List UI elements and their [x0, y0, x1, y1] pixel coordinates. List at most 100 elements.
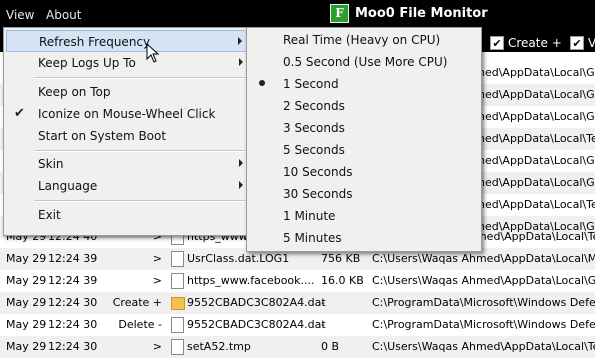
submenu-arrow-icon: [239, 58, 243, 66]
refresh-option-realtime[interactable]: Real Time (Heavy on CPU): [247, 29, 481, 51]
menu-item-label: 0.5 Second (Use More CPU): [283, 55, 448, 69]
size-cell: -: [321, 318, 325, 331]
app-title-text: Moo0 File Monitor: [355, 5, 488, 21]
menu-item-label: Skin: [38, 157, 64, 171]
event-cell: >: [152, 252, 162, 265]
file-icon: [171, 339, 184, 355]
size-cell: 0 B: [321, 340, 340, 353]
refresh-option-2s[interactable]: 2 Seconds: [247, 95, 481, 117]
date-cell: May 29: [6, 252, 47, 265]
menu-item-label: Refresh Frequency: [39, 35, 151, 49]
path-cell: hed\AppData\Local\Goo: [478, 88, 595, 101]
refresh-option-10s[interactable]: 10 Seconds: [247, 161, 481, 183]
date-cell: May 29: [6, 296, 47, 309]
menu-item-label: 2 Seconds: [283, 99, 345, 113]
menu-item-refresh-frequency[interactable]: Refresh Frequency: [6, 30, 251, 52]
path-cell: C:\Users\Waqas Ahmed\AppData\Local\Micr: [372, 252, 595, 265]
menu-separator: [34, 77, 246, 79]
event-cell: Delete -: [118, 318, 162, 331]
checkbox-check-icon: ✔: [570, 36, 584, 50]
filter-create-checkbox[interactable]: ✔ Create +: [490, 36, 562, 50]
refresh-option-1min[interactable]: 1 Minute: [247, 205, 481, 227]
menu-item-keep-logs[interactable]: Keep Logs Up To: [4, 52, 251, 74]
mouse-cursor-icon: [146, 43, 160, 63]
file-icon: [171, 273, 184, 289]
refresh-option-5min[interactable]: 5 Minutes: [247, 227, 481, 249]
path-cell: C:\ProgramData\Microsoft\Windows Defen: [372, 296, 595, 309]
menu-item-language[interactable]: Language: [4, 175, 251, 197]
date-cell: May 29: [6, 318, 47, 331]
menu-item-label: 30 Seconds: [283, 187, 353, 201]
table-row[interactable]: May 29 12:24 30 > setA52.tmp 0 B C:\User…: [0, 336, 595, 358]
table-row[interactable]: May 29 12:24 30 Delete - 9552CBADC3C802A…: [0, 314, 595, 336]
menu-item-keep-on-top[interactable]: Keep on Top: [4, 81, 251, 103]
file-icon: [171, 251, 184, 267]
menu-item-label: 1 Second: [283, 77, 339, 91]
menu-item-label: Iconize on Mouse-Wheel Click: [38, 107, 216, 121]
radio-selected-icon: [259, 80, 265, 86]
refresh-option-1s[interactable]: 1 Second: [247, 73, 481, 95]
event-cell: >: [152, 340, 162, 353]
size-cell: -: [321, 296, 325, 309]
filter-checkbox-2[interactable]: ✔ V: [570, 36, 595, 50]
menu-item-label: Start on System Boot: [38, 129, 167, 143]
menu-item-label: 1 Minute: [283, 209, 336, 223]
event-cell: >: [152, 274, 162, 287]
refresh-option-30s[interactable]: 30 Seconds: [247, 183, 481, 205]
path-cell: hed\AppData\Local\Temp: [478, 132, 595, 145]
table-row[interactable]: May 29 12:24 39 > https_www.facebook....…: [0, 270, 595, 292]
submenu-arrow-icon: [239, 159, 243, 167]
menu-view[interactable]: View: [6, 8, 34, 22]
checkmark-icon: ✔: [14, 106, 25, 121]
menu-separator: [34, 150, 246, 152]
path-cell: C:\Users\Waqas Ahmed\AppData\Local\Tem: [372, 340, 595, 353]
menu-item-exit[interactable]: Exit: [4, 204, 251, 226]
refresh-option-0-5s[interactable]: 0.5 Second (Use More CPU): [247, 51, 481, 73]
menu-item-label: Language: [38, 179, 98, 193]
filename-cell: UsrClass.dat.LOG1: [187, 252, 290, 265]
date-cell: May 29: [6, 340, 47, 353]
filename-cell: setA52.tmp: [187, 340, 251, 353]
view-menu: Refresh Frequency Keep Logs Up To Keep o…: [3, 27, 252, 236]
path-cell: hed\AppData\Local\Goo: [478, 66, 595, 79]
path-cell: C:\Users\Waqas Ahmed\AppData\Local\Goo: [372, 274, 595, 287]
event-cell: Create +: [112, 296, 162, 309]
menu-separator: [34, 200, 246, 202]
menu-item-iconize[interactable]: ✔ Iconize on Mouse-Wheel Click: [4, 103, 251, 125]
filename-cell: https_www.facebook....: [187, 274, 315, 287]
menu-item-skin[interactable]: Skin: [4, 153, 251, 175]
filename-cell: 9552CBADC3C802A4.dat: [187, 318, 326, 331]
menu-item-label: 5 Minutes: [283, 231, 342, 245]
time-cell: 12:24 39: [48, 252, 98, 265]
time-cell: 12:24 39: [48, 274, 98, 287]
menu-item-label: Real Time (Heavy on CPU): [283, 33, 441, 47]
table-row[interactable]: May 29 12:24 30 Create + 9552CBADC3C802A…: [0, 292, 595, 314]
menu-bar: [0, 0, 595, 28]
menu-item-label: 3 Seconds: [283, 121, 345, 135]
filter-create-label: Create +: [508, 36, 562, 50]
folder-icon: [171, 297, 185, 310]
menu-item-label: Keep on Top: [38, 85, 111, 99]
refresh-frequency-submenu: Real Time (Heavy on CPU) 0.5 Second (Use…: [246, 27, 482, 252]
menu-about[interactable]: About: [46, 8, 81, 22]
app-title: F Moo0 File Monitor: [330, 3, 488, 23]
path-cell: hed\AppData\Local\Temp: [478, 198, 595, 211]
filename-cell: 9552CBADC3C802A4.dat: [187, 296, 326, 309]
filter-label-2: V: [588, 36, 595, 50]
path-cell: C:\ProgramData\Microsoft\Windows Defen: [372, 318, 595, 331]
menu-item-label: Exit: [38, 208, 61, 222]
path-cell: hed\AppData\Local\Goo: [478, 110, 595, 123]
path-cell: hed\AppData\Local\Goo: [478, 176, 595, 189]
refresh-option-3s[interactable]: 3 Seconds: [247, 117, 481, 139]
time-cell: 12:24 30: [48, 296, 98, 309]
path-cell: hed\AppData\Local\Goo: [478, 154, 595, 167]
refresh-option-5s[interactable]: 5 Seconds: [247, 139, 481, 161]
time-cell: 12:24 30: [48, 318, 98, 331]
submenu-arrow-icon: [239, 181, 243, 189]
menu-item-start-on-boot[interactable]: Start on System Boot: [4, 125, 251, 147]
size-cell: 756 KB: [321, 252, 361, 265]
menu-item-label: 5 Seconds: [283, 143, 345, 157]
date-cell: May 29: [6, 274, 47, 287]
menu-item-label: Keep Logs Up To: [38, 56, 136, 70]
file-icon: [171, 317, 184, 333]
